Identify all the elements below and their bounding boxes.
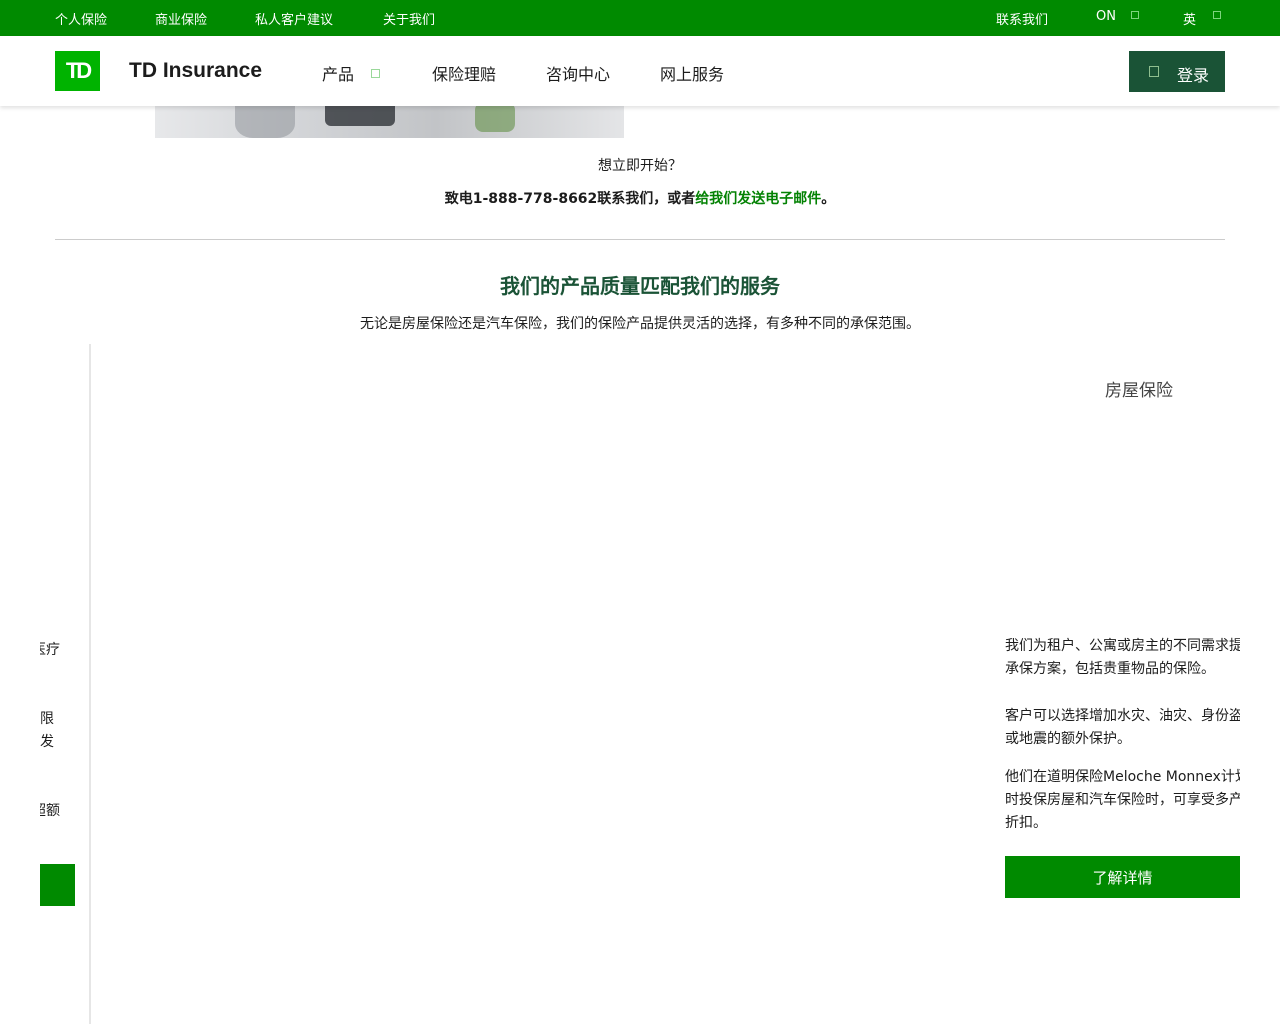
left-card-text: 医疗 [40,642,60,658]
topbar-link-personal[interactable]: 个人保险 [55,9,107,28]
lock-icon [1149,66,1159,77]
learn-more-button[interactable]: 了解详情 [1005,856,1240,898]
home-card-paragraph: 客户可以选择增加水灾、油灾、身份盗窃或地震的额外保护。 [1005,708,1240,747]
province-selector[interactable]: ON [1096,9,1116,24]
card-separator [89,344,91,1024]
products-chevron-icon[interactable] [371,69,380,78]
login-button[interactable]: 登录 [1129,51,1225,92]
main-navbar: TD TD Insurance 产品 保险理赔 咨询中心 网上服务 登录 [0,36,1280,106]
home-insurance-card: 我们为租户、公寓或房主的不同需求提供承保方案，包括贵重物品的保险。 客户可以选择… [1005,635,1240,915]
cta-question: 想立即开始？ [598,158,682,174]
nav-item-products[interactable]: 产品 [322,61,354,85]
province-chevron-icon [1131,11,1139,19]
section-divider [55,239,1225,240]
section-title: 我们的产品质量匹配我们的服务 [500,274,780,298]
topbar-link-contact[interactable]: 联系我们 [996,9,1048,28]
email-link[interactable]: 给我们发送电子邮件 [695,191,821,207]
nav-item-advice-centre[interactable]: 咨询中心 [546,61,610,85]
td-logo[interactable]: TD [55,51,100,91]
language-chevron-icon [1213,11,1221,19]
nav-item-claims[interactable]: 保险理赔 [432,61,496,85]
left-card-button[interactable] [40,864,75,906]
cta-call-text: 致电1-888-778-8662联系我们，或者 [444,191,696,207]
home-insurance-title: 房屋保险 [1105,381,1173,401]
nav-item-online-services[interactable]: 网上服务 [660,61,724,85]
topbar-link-business[interactable]: 商业保险 [155,9,207,28]
home-card-paragraph: 我们为租户、公寓或房主的不同需求提供承保方案，包括贵重物品的保险。 [1005,638,1240,677]
topbar-link-private-advice[interactable]: 私人客户建议 [255,9,333,28]
language-selector[interactable]: 英 [1183,9,1196,28]
topbar-link-about[interactable]: 关于我们 [383,9,435,28]
left-card-text: 超额 [40,803,60,819]
login-label: 登录 [1177,66,1210,85]
brand-name[interactable]: TD Insurance [129,59,262,83]
home-card-paragraph: 他们在道明保险Meloche Monnex计划同时投保房屋和汽车保险时，可享受多… [1005,769,1240,831]
cta-contact-line: 致电1-888-778-8662联系我们，或者给我们发送电子邮件。 [444,191,836,207]
top-utility-bar: 个人保险 商业保险 私人客户建议 关于我们 联系我们 ON 英 [0,0,1280,36]
left-card-text: 发 [40,734,54,750]
section-subtitle: 无论是房屋保险还是汽车保险，我们的保险产品提供灵活的选择，有多种不同的承保范围。 [360,316,920,332]
left-card-text: 限 [40,711,54,727]
